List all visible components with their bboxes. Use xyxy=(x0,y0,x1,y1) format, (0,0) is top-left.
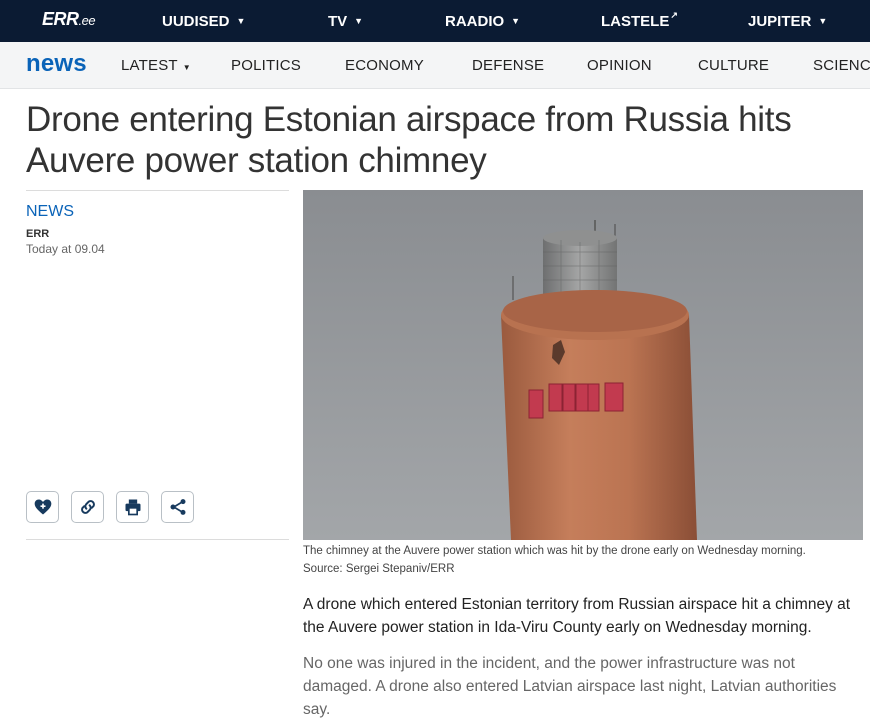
chevron-down-icon: ▼ xyxy=(182,63,191,72)
top-navigation-bar: ERR.ee UUDISED ▼ TV ▼ RAADIO ▼ LASTELE ↗ JUP… xyxy=(0,0,870,42)
section-item-opinion[interactable]: OPINION xyxy=(587,57,652,74)
link-icon xyxy=(80,500,95,514)
article-photo[interactable] xyxy=(303,190,863,540)
news-brand-logo[interactable]: news xyxy=(26,50,87,78)
chevron-down-icon: ▼ xyxy=(236,16,246,26)
section-item-culture[interactable]: CULTURE xyxy=(698,57,769,74)
chevron-down-icon: ▼ xyxy=(818,16,828,26)
article-datetime: Today at 09.04 xyxy=(26,242,105,256)
section-item-science[interactable]: SCIENCE xyxy=(813,57,870,74)
topnav-item-uudised[interactable]: UUDISED ▼ xyxy=(162,0,245,42)
topnav-item-raadio[interactable]: RAADIO ▼ xyxy=(445,0,520,42)
topnav-label: JUPITER xyxy=(748,12,812,30)
photo-source: Source: Sergei Stepaniv/ERR xyxy=(303,563,455,575)
copy-link-button[interactable] xyxy=(71,491,104,523)
section-item-defense[interactable]: DEFENSE xyxy=(472,57,544,74)
topnav-label: UUDISED xyxy=(162,12,230,30)
topnav-item-lastele[interactable]: LASTELE ↗ xyxy=(601,0,678,42)
divider xyxy=(26,539,289,540)
chevron-down-icon: ▼ xyxy=(511,16,521,26)
photo-caption: The chimney at the Auvere power station … xyxy=(303,542,863,578)
section-item-politics[interactable]: POLITICS xyxy=(231,57,301,74)
article-headline: Drone entering Estonian airspace from Ru… xyxy=(26,100,792,180)
topnav-item-tv[interactable]: TV ▼ xyxy=(328,0,363,42)
external-link-icon: ↗ xyxy=(670,9,678,20)
share-icon xyxy=(170,499,185,515)
article-author: ERR xyxy=(26,228,50,240)
article-paragraph: No one was injured in the incident, and … xyxy=(303,655,837,718)
print-button[interactable] xyxy=(116,491,149,523)
article-lead-paragraph: A drone which entered Estonian territory… xyxy=(303,596,851,636)
err-logo[interactable]: ERR.ee xyxy=(42,9,96,30)
section-navigation-bar: news LATEST ▼ POLITICS ECONOMY DEFENSE OP… xyxy=(0,42,870,89)
divider xyxy=(26,190,289,191)
topnav-label: RAADIO xyxy=(445,12,505,30)
print-icon xyxy=(125,499,140,516)
heart-icon xyxy=(34,499,51,515)
caption-text: The chimney at the Auvere power station … xyxy=(303,545,806,557)
topnav-label: TV xyxy=(328,12,348,30)
section-item-latest[interactable]: LATEST ▼ xyxy=(121,57,191,74)
chimney-photo-image xyxy=(303,190,863,540)
share-button[interactable] xyxy=(161,491,194,523)
topnav-item-jupiter[interactable]: JUPITER ▼ xyxy=(748,0,827,42)
article-category-link[interactable]: NEWS xyxy=(26,203,74,221)
article-actions xyxy=(26,491,194,523)
topnav-label: LASTELE xyxy=(601,12,670,30)
like-button[interactable] xyxy=(26,491,59,523)
section-item-economy[interactable]: ECONOMY xyxy=(345,57,424,74)
chevron-down-icon: ▼ xyxy=(354,16,364,26)
